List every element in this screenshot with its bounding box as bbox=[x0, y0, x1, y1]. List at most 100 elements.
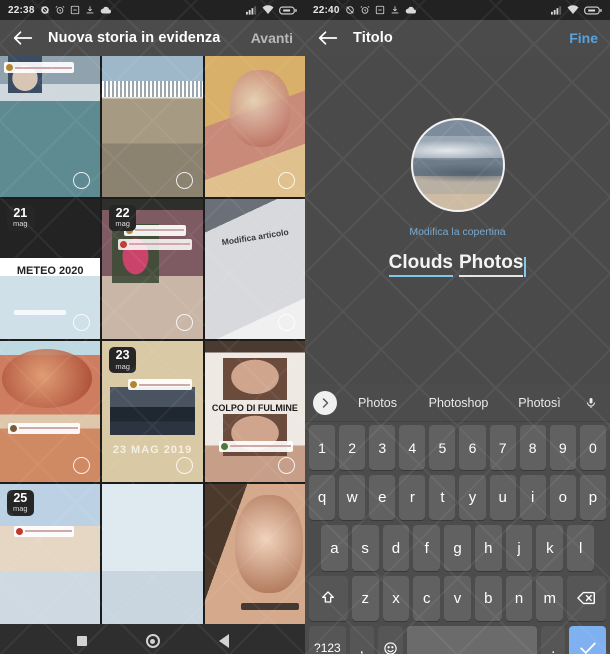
key[interactable]: f bbox=[413, 525, 441, 571]
key[interactable]: 4 bbox=[399, 425, 426, 471]
key[interactable]: y bbox=[459, 475, 486, 521]
tile-artwork bbox=[110, 387, 195, 436]
emoji-icon[interactable] bbox=[377, 625, 404, 654]
check-icon[interactable] bbox=[569, 625, 607, 654]
key[interactable]: 9 bbox=[549, 425, 576, 471]
grid-tile[interactable] bbox=[0, 341, 101, 482]
grid-tile[interactable]: 21 mag METEO 2020 bbox=[0, 198, 101, 339]
key[interactable]: c bbox=[413, 575, 441, 621]
key[interactable]: x bbox=[382, 575, 410, 621]
key[interactable]: m bbox=[536, 575, 564, 621]
text-caret bbox=[524, 257, 527, 277]
back-triangle-icon[interactable] bbox=[213, 630, 235, 652]
story-sticker bbox=[4, 62, 74, 73]
recents-square-icon[interactable] bbox=[71, 630, 93, 652]
grid-tile[interactable]: COLPO DI FULMINE bbox=[204, 341, 305, 482]
cloud-icon bbox=[405, 6, 416, 14]
title-word-composing: Clouds bbox=[388, 252, 453, 277]
key[interactable]: n bbox=[505, 575, 533, 621]
progress-slider bbox=[241, 603, 299, 610]
key[interactable]: i bbox=[519, 475, 546, 521]
date-badge: 23 mag bbox=[109, 347, 136, 373]
select-circle-icon[interactable] bbox=[175, 171, 193, 189]
suggestion-item[interactable]: Photosì bbox=[499, 396, 580, 410]
date-badge: 21 mag bbox=[7, 204, 34, 231]
key[interactable]: 6 bbox=[459, 425, 486, 471]
grid-tile[interactable] bbox=[0, 56, 101, 197]
key[interactable]: g bbox=[444, 525, 471, 571]
key[interactable]: d bbox=[382, 525, 410, 571]
select-circle-icon[interactable] bbox=[278, 456, 295, 474]
key[interactable]: v bbox=[444, 575, 471, 621]
comma-key[interactable]: , bbox=[349, 625, 374, 654]
key[interactable]: 5 bbox=[429, 425, 456, 471]
keyboard-row-shift: z x c v b n m bbox=[307, 575, 608, 621]
screenshot-icon bbox=[70, 5, 79, 15]
grid-tile[interactable] bbox=[102, 56, 203, 197]
left-nav-bar bbox=[0, 624, 305, 654]
grid-tile[interactable] bbox=[204, 483, 305, 624]
period-key[interactable]: . bbox=[541, 625, 566, 654]
wifi-icon bbox=[567, 5, 579, 14]
wifi-icon bbox=[262, 5, 274, 14]
key[interactable]: q bbox=[309, 475, 336, 521]
keyboard-row-qwerty: q w e r t y u i o p bbox=[307, 475, 608, 521]
key[interactable]: o bbox=[549, 475, 576, 521]
status-time: 22:38 bbox=[8, 4, 35, 16]
microphone-icon[interactable] bbox=[580, 395, 602, 411]
select-circle-icon[interactable] bbox=[73, 171, 91, 189]
highlight-title-input[interactable]: Clouds Photos bbox=[388, 252, 527, 277]
space-key[interactable] bbox=[407, 625, 538, 654]
grid-tile[interactable] bbox=[204, 56, 305, 197]
progress-slider bbox=[14, 310, 66, 315]
suggestion-item[interactable]: Photoshop bbox=[418, 396, 499, 410]
key[interactable]: 0 bbox=[579, 425, 606, 471]
back-arrow-icon[interactable] bbox=[12, 27, 34, 49]
grid-tile[interactable]: 22 mag bbox=[102, 198, 203, 339]
select-circle-icon[interactable] bbox=[175, 456, 193, 474]
back-arrow-icon[interactable] bbox=[317, 27, 339, 49]
key[interactable]: 3 bbox=[369, 425, 396, 471]
date-month: mag bbox=[13, 504, 28, 513]
edit-cover-link[interactable]: Modifica la copertina bbox=[409, 226, 505, 238]
key[interactable]: u bbox=[489, 475, 516, 521]
key[interactable]: j bbox=[505, 525, 533, 571]
home-circle-icon[interactable] bbox=[142, 630, 164, 652]
key[interactable]: l bbox=[567, 525, 595, 571]
select-circle-icon[interactable] bbox=[278, 314, 295, 331]
key[interactable]: e bbox=[369, 475, 396, 521]
key[interactable]: r bbox=[399, 475, 426, 521]
page-title: Nuova storia in evidenza bbox=[48, 30, 221, 46]
shift-icon[interactable] bbox=[309, 575, 348, 621]
key[interactable]: w bbox=[339, 475, 366, 521]
key[interactable]: 1 bbox=[309, 425, 336, 471]
select-circle-icon[interactable] bbox=[73, 456, 91, 474]
grid-tile[interactable] bbox=[102, 483, 203, 624]
key[interactable]: t bbox=[429, 475, 456, 521]
grid-tile[interactable]: 25 mag bbox=[0, 483, 101, 624]
key[interactable]: 2 bbox=[339, 425, 366, 471]
next-button[interactable]: Avanti bbox=[251, 30, 293, 46]
tile-artwork bbox=[222, 357, 287, 400]
grid-tile[interactable]: Modifica articolo bbox=[204, 198, 305, 339]
key[interactable]: a bbox=[321, 525, 348, 571]
key[interactable]: p bbox=[579, 475, 606, 521]
key[interactable]: k bbox=[536, 525, 564, 571]
key[interactable]: b bbox=[474, 575, 502, 621]
key[interactable]: z bbox=[351, 575, 379, 621]
select-circle-icon[interactable] bbox=[175, 314, 193, 331]
avatar[interactable] bbox=[410, 118, 505, 212]
symbols-key[interactable]: ?123 bbox=[309, 625, 346, 654]
date-day: 22 bbox=[115, 205, 130, 220]
key[interactable]: s bbox=[351, 525, 379, 571]
select-circle-icon[interactable] bbox=[278, 171, 295, 189]
suggestion-item[interactable]: Photos bbox=[337, 396, 418, 410]
key[interactable]: 8 bbox=[519, 425, 546, 471]
key[interactable]: 7 bbox=[489, 425, 516, 471]
backspace-icon[interactable] bbox=[567, 575, 606, 621]
key[interactable]: h bbox=[474, 525, 502, 571]
download-icon bbox=[391, 6, 398, 14]
done-button[interactable]: Fine bbox=[569, 30, 598, 46]
grid-tile[interactable]: 23 mag 23 MAG 2019 bbox=[102, 341, 203, 482]
chevron-right-icon[interactable] bbox=[313, 390, 337, 415]
